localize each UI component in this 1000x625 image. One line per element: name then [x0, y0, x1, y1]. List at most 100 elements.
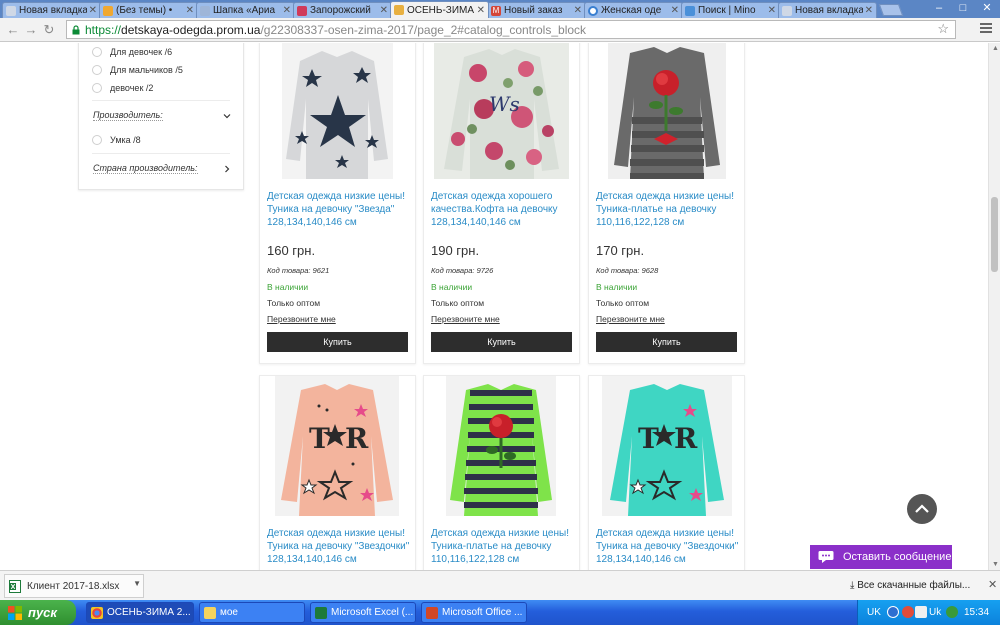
close-tab-icon[interactable]: ✕ [768, 5, 776, 16]
callback-link[interactable]: Перезвоните мне [431, 314, 500, 324]
manufacturer-heading[interactable]: Производитель: [93, 110, 163, 121]
filter-option[interactable]: Умка /8 [92, 135, 141, 145]
product-name[interactable]: Детская одежда низкие цены! Туника на де… [596, 527, 741, 566]
maximize-icon[interactable]: □ [952, 0, 974, 16]
product-image[interactable] [446, 376, 556, 516]
wholesale-label: Только оптом [596, 298, 650, 308]
product-card: T R Детская одежда низкие цены! Туника н… [259, 375, 416, 570]
bookmark-star-icon[interactable]: ☆ [937, 21, 949, 37]
taskbar: пуск ОСЕНЬ-ЗИМА 2... мое Microsoft Excel… [0, 600, 1000, 625]
close-tab-icon[interactable]: ✕ [186, 5, 194, 16]
menu-icon[interactable] [980, 23, 992, 35]
clock[interactable]: 15:34 [964, 607, 989, 618]
tab-womens-clothing[interactable]: Женская оде ✕ [584, 2, 683, 18]
radio-button[interactable] [92, 135, 102, 145]
close-shelf-icon[interactable]: ✕ [988, 578, 997, 591]
product-code: Код товара: 9621 [267, 266, 330, 275]
leave-message-button[interactable]: Оставить сообщение [810, 545, 952, 569]
tab-hat[interactable]: Шапка «Ариа ✕ [196, 2, 295, 18]
scroll-to-top-button[interactable] [907, 494, 937, 524]
taskbar-item-office[interactable]: Microsoft Office ... [421, 602, 527, 623]
start-label: пуск [28, 605, 57, 620]
chrome-icon [91, 606, 103, 619]
radio-button[interactable] [92, 65, 102, 75]
network-icon[interactable] [887, 606, 899, 618]
striped-rose-dress-image [608, 43, 726, 179]
keyboard-layout[interactable]: Uk [929, 607, 941, 618]
product-image[interactable]: Ws [434, 43, 569, 179]
product-name[interactable]: Детская одежда хорошего качества.Кофта н… [431, 190, 576, 229]
filter-option[interactable]: девочек /2 [92, 83, 153, 93]
svg-text:T: T [638, 422, 659, 455]
back-icon[interactable]: ← [4, 22, 22, 37]
tab-new-tab-2[interactable]: Новая вкладка ✕ [778, 2, 877, 18]
taskbar-item-excel[interactable]: Microsoft Excel (... [310, 602, 416, 623]
taskbar-item-folder[interactable]: мое [199, 602, 305, 623]
product-name[interactable]: Детская одежда низкие цены! Туника на де… [267, 190, 412, 229]
tab-new-tab-1[interactable]: Новая вкладка ✕ [2, 2, 101, 18]
filter-option[interactable]: Для мальчиков /5 [92, 65, 183, 75]
product-name[interactable]: Детская одежда низкие цены! Туника-плать… [431, 527, 576, 566]
scroll-down-arrow-icon[interactable]: ▼ [992, 561, 999, 568]
tab-search[interactable]: Поиск | Mino ✕ [681, 2, 780, 18]
shop-icon [394, 5, 404, 15]
wholesale-label: Только оптом [431, 298, 485, 308]
scroll-up-arrow-icon[interactable]: ▲ [992, 45, 999, 52]
product-price: 160 грн. [267, 243, 316, 258]
callback-link[interactable]: Перезвоните мне [596, 314, 665, 324]
buy-button[interactable]: Купить [267, 332, 408, 352]
scrollbar-thumb[interactable] [991, 197, 998, 272]
reload-icon[interactable]: ↻ [40, 22, 58, 38]
system-tray: UK Uk 15:34 [857, 600, 1000, 625]
product-name[interactable]: Детская одежда низкие цены! Туника на де… [267, 527, 412, 566]
volume-icon[interactable] [915, 606, 927, 618]
close-tab-icon[interactable]: ✕ [283, 5, 291, 16]
new-tab-button[interactable] [878, 4, 904, 16]
product-image[interactable]: T R [275, 376, 399, 516]
buy-button[interactable]: Купить [596, 332, 737, 352]
tab-new-order[interactable]: M Новый заказ ✕ [487, 2, 586, 18]
close-tab-icon[interactable]: ✕ [477, 5, 485, 16]
close-tab-icon[interactable]: ✕ [89, 5, 97, 16]
address-bar[interactable]: https://detskaya-odegda.prom.ua/g2230833… [66, 20, 956, 39]
product-image[interactable] [282, 43, 393, 179]
antivirus-icon[interactable] [902, 606, 914, 618]
product-image[interactable]: T R [602, 376, 732, 516]
country-heading[interactable]: Страна производитель: [93, 163, 198, 174]
mail-icon [103, 5, 113, 16]
tab-mail[interactable]: (Без темы) • ✕ [99, 2, 198, 18]
radio-button[interactable] [92, 47, 102, 57]
close-tab-icon[interactable]: ✕ [574, 5, 582, 16]
all-downloads-link[interactable]: ⤓ Все скачанные файлы... [850, 580, 970, 591]
minimize-icon[interactable]: – [928, 0, 950, 16]
taskbar-item-chrome[interactable]: ОСЕНЬ-ЗИМА 2... [86, 602, 194, 623]
download-shelf: Клиент 2017-18.xlsx ▼ ⤓ Все скачанные фа… [0, 570, 1000, 600]
callback-link[interactable]: Перезвоните мне [267, 314, 336, 324]
buy-button[interactable]: Купить [431, 332, 572, 352]
forward-icon[interactable]: → [22, 22, 40, 37]
caret-down-icon[interactable]: ▼ [133, 579, 141, 588]
shield-icon[interactable] [946, 606, 958, 618]
vertical-scrollbar[interactable]: ▲ ▼ [988, 43, 1000, 570]
gmail-icon: M [491, 5, 501, 16]
filter-option[interactable]: Для девочек /6 [92, 47, 172, 57]
chevron-down-icon[interactable] [223, 112, 231, 120]
close-tab-icon[interactable]: ✕ [671, 5, 679, 16]
product-image[interactable] [608, 43, 726, 179]
close-tab-icon[interactable]: ✕ [865, 5, 873, 16]
radio-button[interactable] [92, 83, 102, 93]
language-indicator[interactable]: UK [867, 607, 881, 618]
start-button[interactable]: пуск [0, 600, 76, 625]
tab-autumn-winter[interactable]: ОСЕНЬ-ЗИМА ✕ [390, 1, 489, 18]
download-item[interactable]: Клиент 2017-18.xlsx ▼ [4, 574, 144, 598]
availability-status: В наличии [596, 282, 638, 292]
product-code: Код товара: 9628 [596, 266, 659, 275]
chevron-right-icon[interactable] [223, 165, 231, 173]
download-filename: Клиент 2017-18.xlsx [27, 580, 120, 592]
product-name[interactable]: Детская одежда низкие цены! Туника-плать… [596, 190, 741, 229]
close-tab-icon[interactable]: ✕ [380, 5, 388, 16]
page-icon [200, 5, 210, 16]
tab-zaporozhsky[interactable]: Запорожский ✕ [293, 2, 392, 18]
browser-toolbar: ← → ↻ https://detskaya-odegda.prom.ua/g2… [0, 18, 1000, 42]
close-window-icon[interactable]: ✕ [976, 0, 998, 16]
